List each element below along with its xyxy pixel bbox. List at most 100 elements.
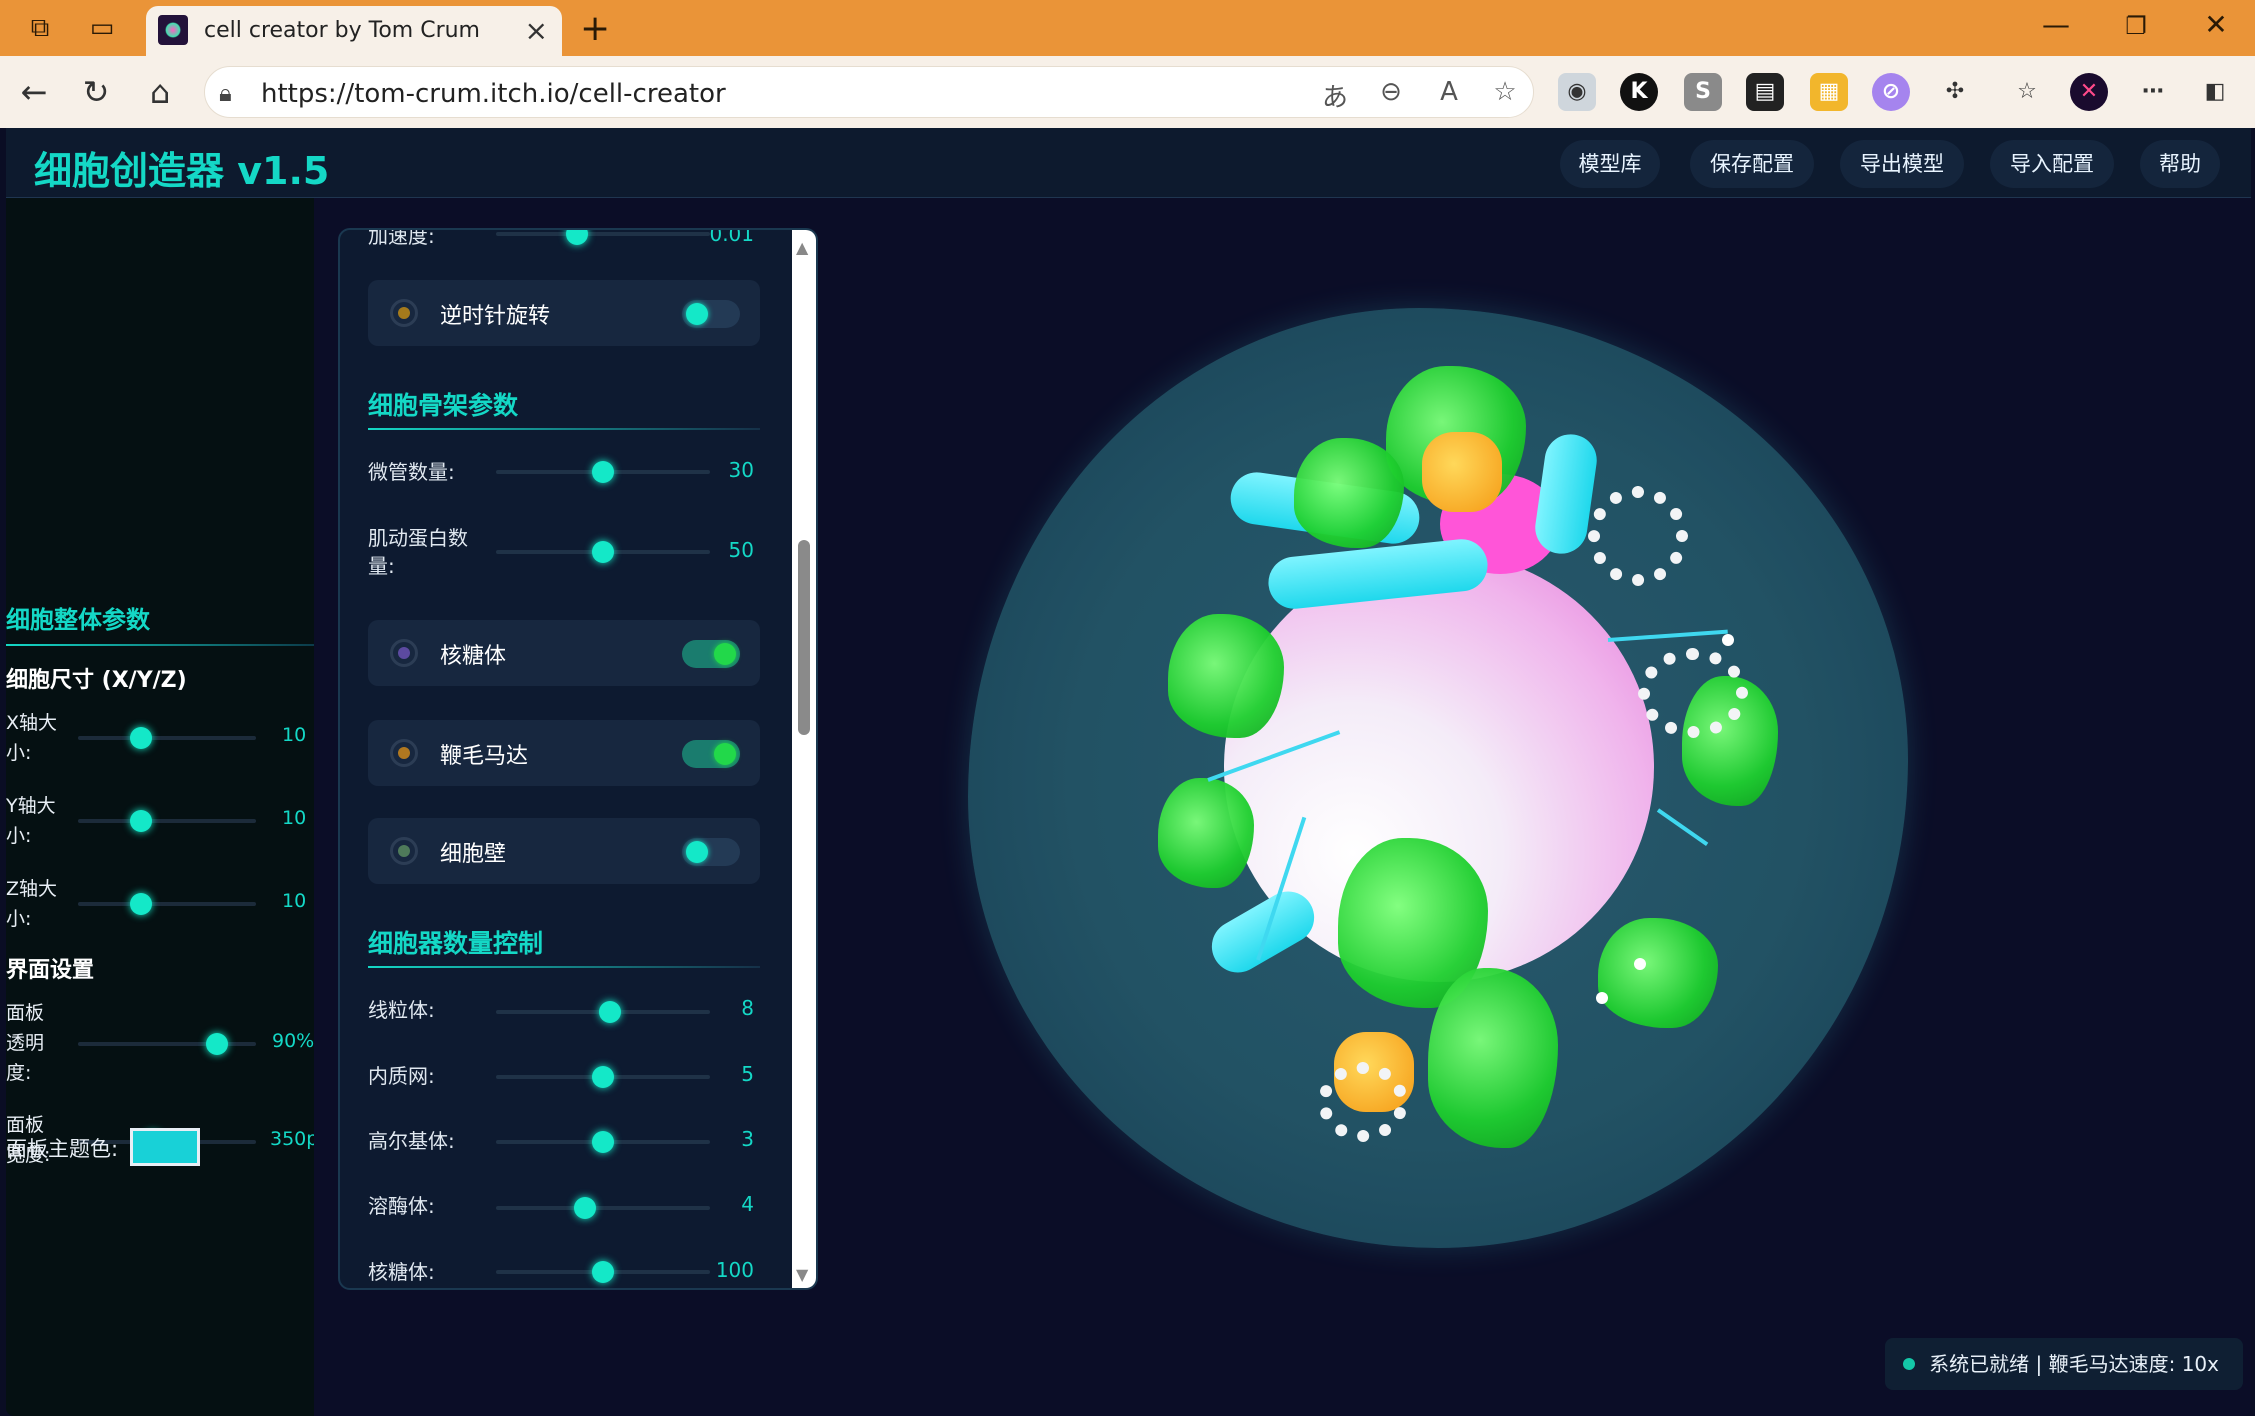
slider-thumb[interactable] [592, 1261, 614, 1283]
translate-icon[interactable]: あ [1317, 77, 1353, 114]
acceleration-slider[interactable] [496, 230, 710, 245]
scroll-down-icon[interactable]: ▼ [796, 1265, 808, 1284]
slider-thumb[interactable] [130, 893, 152, 915]
browser-tab[interactable]: cell creator by Tom Crum × [146, 6, 562, 58]
zoom-out-icon[interactable]: ⊖ [1373, 77, 1409, 107]
favicon-icon [158, 15, 188, 45]
extension-k-icon[interactable]: K [1620, 73, 1658, 111]
refresh-icon[interactable]: ↻ [76, 73, 116, 111]
address-bar[interactable]: 🔒︎ https://tom-crum.itch.io/cell-creator… [204, 66, 1534, 118]
theme-color-label: 面板主题色: [6, 1137, 119, 1161]
tab-actions-icon[interactable]: ▭ [86, 12, 118, 44]
mitochondria-value: 8 [741, 996, 754, 1020]
panel-opacity-label: 面板透明度: [6, 1002, 45, 1084]
extension-reader-icon[interactable]: ▤ [1746, 73, 1784, 111]
new-tab-icon[interactable]: + [580, 8, 610, 49]
cell-3d-viewport[interactable]: 系统已就绪 | 鞭毛马达速度: 10x [818, 198, 2251, 1416]
scrollbar-thumb[interactable] [798, 540, 810, 735]
extension-gradient-icon[interactable]: ⊘ [1872, 73, 1910, 111]
slider-thumb[interactable] [592, 461, 614, 483]
z-size-slider[interactable] [78, 893, 256, 915]
ribosome-count-label: 核糖体: [368, 1260, 435, 1284]
switch-knob [686, 841, 708, 863]
ribosome-count-slider[interactable] [496, 1261, 710, 1283]
toggle-flagellar-motor[interactable]: 鞭毛马达 [368, 720, 760, 786]
status-dot-icon [390, 639, 418, 667]
panel-width-value: 350px [270, 1128, 314, 1150]
home-icon[interactable]: ⌂ [140, 73, 180, 111]
er-value: 5 [741, 1062, 754, 1086]
slider-thumb[interactable] [566, 230, 588, 245]
url-text: https://tom-crum.itch.io/cell-creator [261, 79, 726, 109]
golgi-slider[interactable] [496, 1131, 710, 1153]
extension-s-icon[interactable]: S [1684, 73, 1722, 111]
nav-export-model-button[interactable]: 导出模型 [1840, 140, 1964, 188]
slider-thumb[interactable] [592, 1066, 614, 1088]
toggle-counterclockwise[interactable]: 逆时针旋转 [368, 280, 760, 346]
favorites-icon[interactable]: ☆ [2008, 73, 2046, 111]
toggle-label: 逆时针旋转 [440, 304, 551, 329]
toggle-switch[interactable] [682, 740, 740, 768]
toggle-label: 细胞壁 [440, 842, 507, 867]
actin-label: 肌动蛋白数量: [368, 526, 468, 578]
toggle-cell-wall[interactable]: 细胞壁 [368, 818, 760, 884]
control-panel-scroll-area[interactable]: 加速度: 0.01 逆时针旋转 细胞骨架参数 微管数量: 30 肌动蛋白数量: … [340, 230, 794, 1288]
organelle-blob [1294, 438, 1404, 548]
y-size-slider[interactable] [78, 810, 256, 832]
nav-save-config-button[interactable]: 保存配置 [1690, 140, 1814, 188]
acceleration-label: 加速度: [368, 230, 435, 248]
toggle-label: 核糖体 [440, 644, 507, 669]
slider-thumb[interactable] [206, 1033, 228, 1055]
x-size-slider[interactable] [78, 727, 256, 749]
status-dot-icon [390, 739, 418, 767]
microtubule-slider[interactable] [496, 461, 710, 483]
golgi-value: 3 [741, 1127, 754, 1151]
slider-thumb[interactable] [599, 1001, 621, 1023]
z-size-value: 10 [282, 890, 307, 912]
favorite-star-icon[interactable]: ☆ [1487, 77, 1523, 107]
mitochondria-slider[interactable] [496, 1001, 710, 1023]
slider-thumb[interactable] [592, 541, 614, 563]
panel-opacity-slider[interactable] [78, 1033, 256, 1055]
control-panel-scrollbar[interactable]: ▲ ▼ [792, 230, 816, 1288]
theme-color-picker[interactable] [130, 1128, 200, 1166]
extension-apps-icon[interactable]: ▦ [1810, 73, 1848, 111]
extensions-puzzle-icon[interactable]: ✣ [1936, 73, 1974, 111]
scroll-up-icon[interactable]: ▲ [796, 238, 808, 257]
read-aloud-icon[interactable]: A [1431, 77, 1467, 107]
more-menu-icon[interactable]: ⋯ [2134, 73, 2172, 111]
er-slider[interactable] [496, 1066, 710, 1088]
slider-thumb[interactable] [130, 810, 152, 832]
back-icon[interactable]: ← [14, 73, 54, 111]
profile-avatar[interactable]: ✕ [2070, 73, 2108, 111]
window-close-icon[interactable]: ✕ [2196, 8, 2236, 41]
nav-model-library-button[interactable]: 模型库 [1560, 140, 1660, 188]
particle [1596, 992, 1608, 1004]
toggle-switch[interactable] [682, 838, 740, 866]
workspaces-icon[interactable]: ⧉ [24, 12, 56, 44]
toggle-switch[interactable] [682, 300, 740, 328]
nav-import-config-button[interactable]: 导入配置 [1990, 140, 2114, 188]
status-bar: 系统已就绪 | 鞭毛马达速度: 10x [1885, 1338, 2243, 1390]
slider-thumb[interactable] [574, 1197, 596, 1219]
minimize-icon[interactable]: — [2036, 8, 2076, 41]
site-info-icon[interactable]: 🔒︎ [219, 79, 232, 107]
microtubule-value: 30 [728, 458, 754, 482]
left-settings-panel: 细胞整体参数 细胞尺寸 (X/Y/Z) X轴大小: 10 Y轴大小: 10 Z轴… [6, 198, 314, 1416]
actin-slider[interactable] [496, 541, 710, 563]
close-tab-icon[interactable]: × [525, 14, 548, 47]
lysosome-slider[interactable] [496, 1197, 710, 1219]
nav-help-button[interactable]: 帮助 [2140, 140, 2220, 188]
extension-icon[interactable]: ◉ [1558, 73, 1596, 111]
slider-thumb[interactable] [592, 1131, 614, 1153]
toggle-switch[interactable] [682, 640, 740, 668]
lysosome [1422, 432, 1502, 512]
microtubule-label: 微管数量: [368, 460, 455, 484]
slider-thumb[interactable] [130, 727, 152, 749]
app-root: 细胞创造器 v1.5 模型库 保存配置 导出模型 导入配置 帮助 细胞整体参数 … [6, 128, 2251, 1416]
organelle-blob [1158, 778, 1254, 888]
toggle-ribosome[interactable]: 核糖体 [368, 620, 760, 686]
status-indicator-icon [1903, 1358, 1916, 1370]
restore-icon[interactable]: ❐ [2116, 12, 2156, 40]
sidebar-toggle-icon[interactable]: ◧ [2196, 73, 2234, 111]
